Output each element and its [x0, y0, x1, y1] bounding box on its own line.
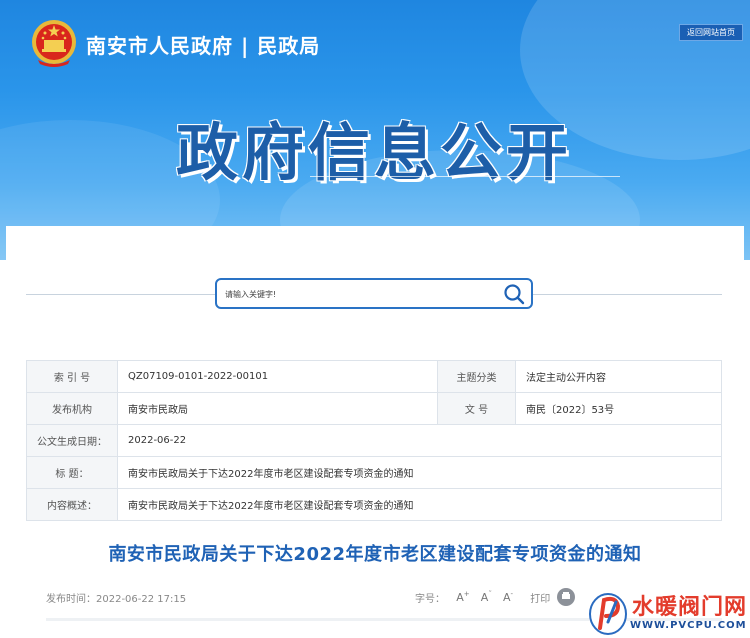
- doc-number-value: 南民〔2022〕53号: [515, 392, 722, 425]
- site-title[interactable]: 南安市人民政府 | 民政局: [86, 30, 320, 59]
- watermark-brand: 水暖阀门网: [632, 594, 748, 620]
- search-divider-left: [26, 294, 216, 295]
- article-tools: 字号： A+ A˜ A- 打印: [415, 588, 576, 606]
- search-divider-right: [532, 294, 722, 295]
- national-emblem-icon: [32, 20, 76, 67]
- banner-underline: [310, 176, 620, 177]
- search-box: [215, 278, 533, 309]
- summary-label: 内容概述：: [26, 488, 118, 521]
- font-size-large-button[interactable]: A+: [456, 590, 469, 604]
- document-meta-table: 索 引 号 QZ07109-0101-2022-00101 主题分类 法定主动公…: [26, 360, 722, 521]
- banner-title: 政府信息公开: [176, 116, 573, 189]
- publish-time: 发布时间：2022-06-22 17:15: [46, 594, 187, 605]
- issuer-value: 南安市民政局: [117, 392, 438, 425]
- table-row: 索 引 号 QZ07109-0101-2022-00101 主题分类 法定主动公…: [26, 360, 722, 393]
- doc-number-label: 文 号: [437, 392, 516, 425]
- font-size-label: 字号：: [415, 593, 445, 605]
- index-value: QZ07109-0101-2022-00101: [117, 360, 438, 393]
- font-size-small-button[interactable]: A-: [503, 590, 513, 604]
- index-label: 索 引 号: [26, 360, 118, 393]
- topic-value: 法定主动公开内容: [515, 360, 722, 393]
- date-label: 公文生成日期：: [26, 424, 118, 457]
- title-value: 南安市民政局关于下达2022年度市老区建设配套专项资金的通知: [117, 456, 722, 489]
- article-title: 南安市民政局关于下达2022年度市老区建设配套专项资金的通知: [108, 544, 642, 565]
- topic-label: 主题分类: [437, 360, 516, 393]
- print-icon[interactable]: [557, 588, 576, 606]
- watermark-url: WWW.PVCPU.COM: [630, 620, 747, 631]
- title-label: 标 题：: [26, 456, 118, 489]
- issuer-label: 发布机构: [26, 392, 118, 425]
- table-row: 标 题： 南安市民政局关于下达2022年度市老区建设配套专项资金的通知: [26, 456, 722, 489]
- table-row: 发布机构 南安市民政局 文 号 南民〔2022〕53号: [26, 392, 722, 425]
- table-row: 内容概述： 南安市民政局关于下达2022年度市老区建设配套专项资金的通知: [26, 488, 722, 521]
- date-value: 2022-06-22: [117, 424, 722, 457]
- print-label[interactable]: 打印: [530, 590, 550, 605]
- font-size-medium-button[interactable]: A˜: [481, 590, 492, 604]
- summary-value: 南安市民政局关于下达2022年度市老区建设配套专项资金的通知: [117, 488, 722, 521]
- table-row: 公文生成日期： 2022-06-22: [26, 424, 722, 457]
- home-button[interactable]: 返回网站首页: [679, 24, 743, 41]
- search-input[interactable]: [225, 285, 495, 303]
- search-icon[interactable]: [503, 283, 525, 305]
